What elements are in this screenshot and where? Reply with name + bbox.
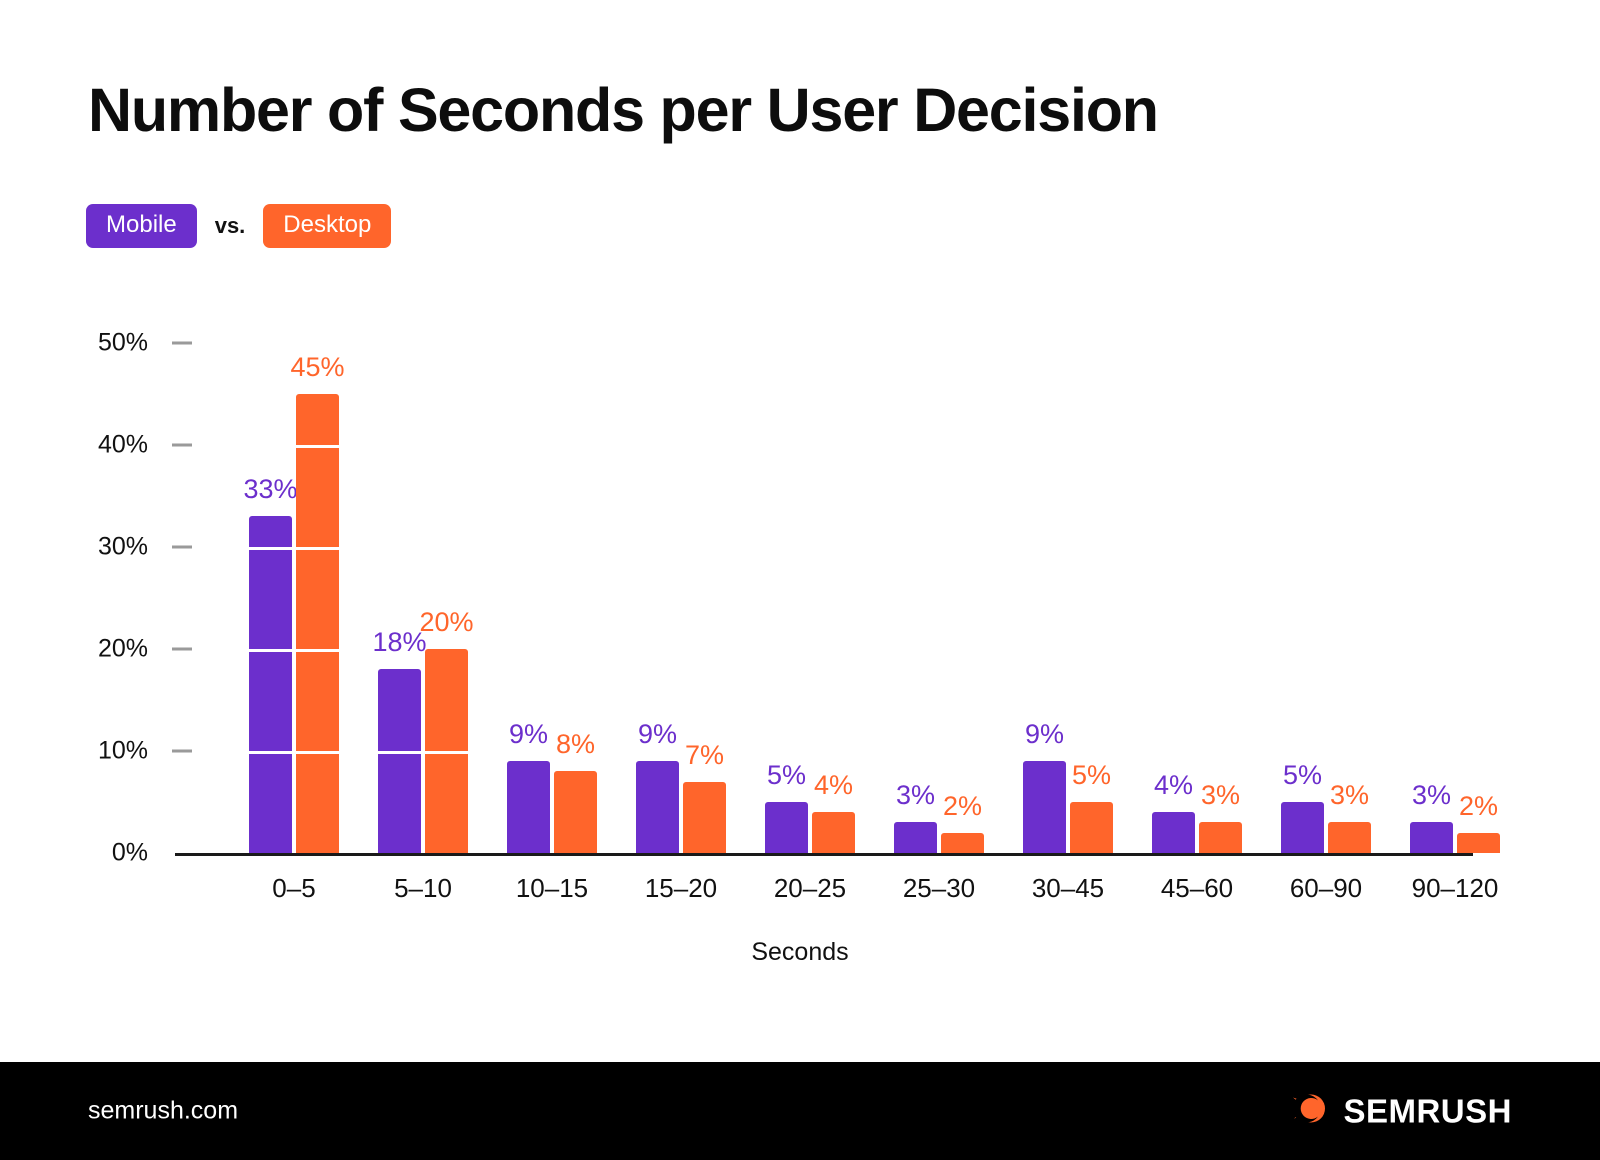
x-axis-line (175, 853, 1473, 856)
y-axis-tick (172, 647, 192, 651)
footer-url[interactable]: semrush.com (88, 1097, 238, 1126)
bar-desktop[interactable] (941, 832, 984, 853)
bar-desktop[interactable] (683, 781, 726, 853)
bar-mobile[interactable] (765, 802, 808, 853)
x-axis-category-label: 90–120 (1411, 873, 1499, 903)
bar-desktop[interactable] (1199, 822, 1242, 853)
brand-name: SEMRUSH (1343, 1092, 1512, 1130)
gridline-segment (296, 751, 339, 754)
y-axis-label: 0% (111, 838, 148, 867)
bar-value-label-mobile: 9% (1024, 719, 1065, 750)
bar-desktop[interactable] (1457, 832, 1500, 853)
bar-desktop[interactable] (296, 394, 339, 853)
y-axis-tick (172, 749, 192, 753)
bar-mobile[interactable] (1152, 812, 1195, 853)
gridline-segment (296, 547, 339, 550)
y-axis-label: 10% (97, 736, 148, 765)
bar-mobile[interactable] (378, 669, 421, 853)
gridline-segment (378, 750, 421, 754)
bar-value-label-desktop: 2% (1458, 790, 1499, 821)
y-axis-tick (172, 341, 192, 345)
footer-brand: SEMRUSH (1277, 1089, 1512, 1134)
y-axis-label: 30% (97, 532, 148, 561)
bar-desktop[interactable] (425, 649, 468, 853)
bar-mobile[interactable] (507, 761, 550, 853)
bar-mobile[interactable] (636, 761, 679, 853)
bar-mobile[interactable] (894, 822, 937, 853)
y-axis-label: 50% (97, 328, 148, 357)
bar-mobile[interactable] (249, 516, 292, 853)
bar-desktop[interactable] (812, 812, 855, 853)
gridline-segment (425, 751, 468, 754)
bar-value-label-desktop: 45% (290, 352, 345, 382)
gridline-segment (296, 649, 339, 652)
bar-desktop[interactable] (1328, 822, 1371, 853)
bar-value-label-desktop: 2% (942, 790, 983, 821)
y-axis-tick (172, 545, 192, 549)
y-axis-label: 20% (97, 634, 148, 663)
gridline-segment (249, 546, 292, 550)
gridline-segment (249, 648, 292, 652)
y-axis-tick (172, 443, 192, 447)
semrush-comet-icon (1277, 1089, 1329, 1134)
bar-mobile[interactable] (1410, 822, 1453, 853)
bar-desktop[interactable] (554, 771, 597, 853)
y-axis-label: 40% (97, 430, 148, 459)
y-axis-tick (172, 852, 192, 855)
gridline-segment (249, 750, 292, 754)
gridline-segment (296, 445, 339, 448)
x-axis-title: Seconds (751, 938, 849, 966)
bar-chart-plot-area: 0% 10% 20% 30% 40% 50% 33% 45% 0–5 18% 20% 5–10 9% 8%… (0, 0, 1600, 1040)
footer-bar: semrush.com SEMRUSH (0, 1062, 1600, 1160)
bar-desktop[interactable] (1070, 802, 1113, 853)
bar-value-label-desktop: 20% (419, 607, 474, 637)
